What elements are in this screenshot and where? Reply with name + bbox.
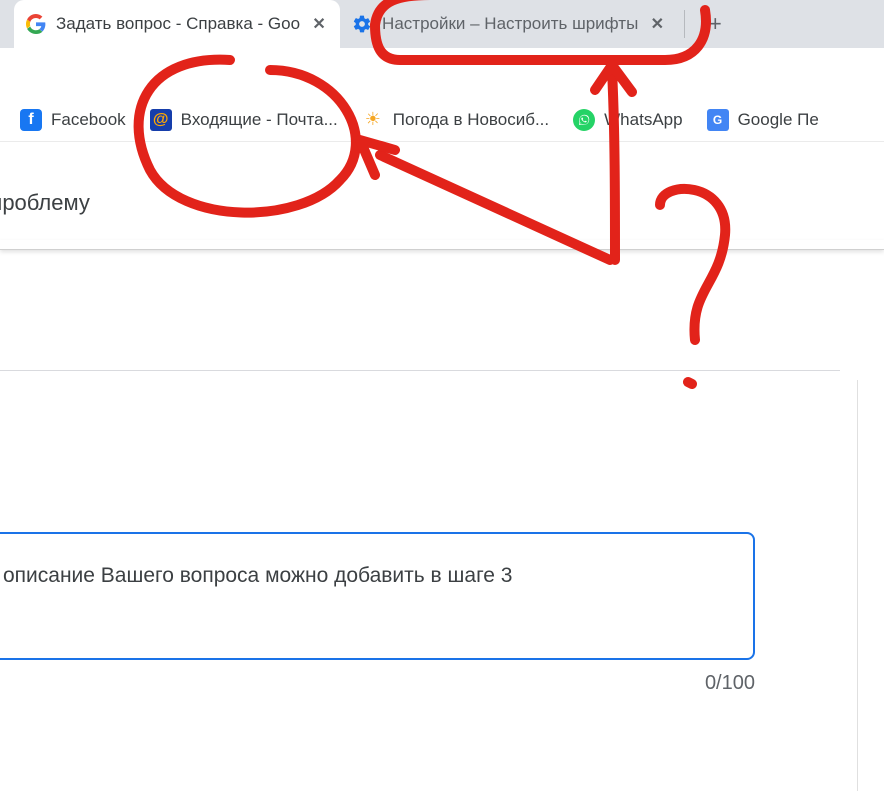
mailru-icon: @ — [150, 109, 172, 131]
bookmark-label: WhatsApp — [604, 110, 682, 130]
tab-close-button[interactable]: ✕ — [310, 15, 328, 33]
weather-icon: ☀ — [362, 109, 384, 131]
bookmark-weather[interactable]: ☀ Погода в Новосиб... — [362, 109, 549, 131]
bookmark-mailru[interactable]: @ Входящие - Почта... — [150, 109, 338, 131]
bookmarks-bar: f Facebook @ Входящие - Почта... ☀ Погод… — [0, 98, 884, 142]
tab-close-button[interactable]: ✕ — [648, 15, 666, 33]
question-input[interactable]: описание Вашего вопроса можно добавить в… — [0, 532, 755, 660]
bookmark-label: Google Пе — [738, 110, 819, 130]
char-counter: 0/100 — [0, 672, 755, 695]
tab-title: Настройки – Настроить шрифты — [382, 14, 638, 34]
new-tab-button[interactable]: + — [699, 8, 731, 40]
tab-active[interactable]: Задать вопрос - Справка - Goo ✕ — [14, 0, 340, 48]
page-heading-fragment: ишите проблему — [0, 190, 90, 216]
bookmark-whatsapp[interactable]: WhatsApp — [573, 109, 682, 131]
bookmark-label: Facebook — [51, 110, 126, 130]
bookmark-label: Погода в Новосиб... — [393, 110, 549, 130]
bookmark-label: Входящие - Почта... — [181, 110, 338, 130]
tab-divider — [684, 10, 685, 38]
content-divider — [0, 370, 840, 371]
bookmark-gtranslate[interactable]: G Google Пе — [707, 109, 819, 131]
tab-title: Задать вопрос - Справка - Goo — [56, 14, 300, 34]
settings-gear-icon — [352, 14, 372, 34]
browser-tabstrip: Задать вопрос - Справка - Goo ✕ Настройк… — [0, 0, 884, 48]
header-shadow — [0, 240, 884, 250]
scrollbar-track[interactable] — [857, 380, 858, 791]
tab-settings[interactable]: Настройки – Настроить шрифты ✕ — [340, 0, 678, 48]
google-g-icon — [26, 14, 46, 34]
whatsapp-icon — [573, 109, 595, 131]
bookmark-facebook[interactable]: f Facebook — [20, 109, 126, 131]
gtranslate-icon: G — [707, 109, 729, 131]
question-input-placeholder: описание Вашего вопроса можно добавить в… — [3, 564, 512, 587]
facebook-icon: f — [20, 109, 42, 131]
toolbar-placeholder — [0, 48, 884, 98]
